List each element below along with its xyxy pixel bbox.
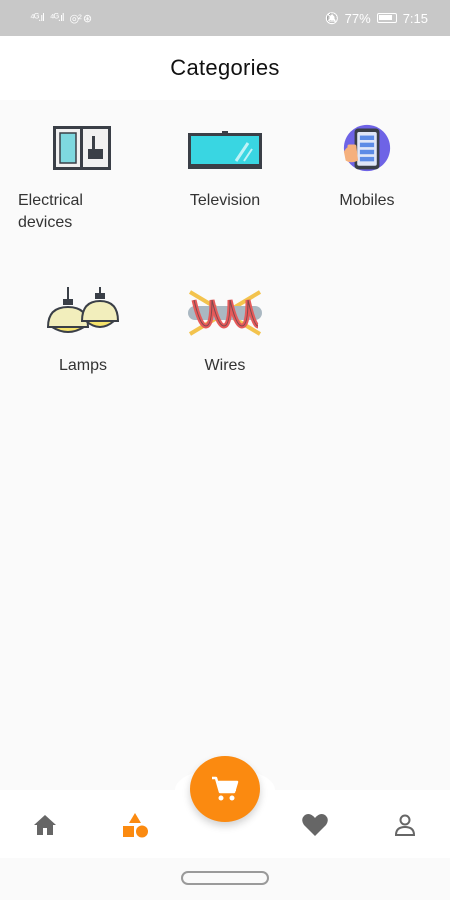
wifi-eye-icon: ◎² ⊛ (69, 12, 93, 25)
nav-categories[interactable] (115, 810, 155, 840)
category-label: Lamps (58, 357, 108, 374)
status-bar: ⁴ᴳ.ıl ⁴ᴳ.ıl ◎² ⊛ 🔕 77% 7:15 (0, 0, 450, 36)
categories-icon (123, 813, 148, 838)
profile-icon (394, 814, 416, 836)
refrigerator-icon (50, 120, 114, 176)
page-title: Categories (170, 55, 280, 80)
nav-home[interactable] (25, 810, 65, 840)
app-bar: Categories (0, 36, 450, 100)
category-electrical-devices[interactable]: Electrical devices (18, 120, 158, 234)
category-label: Electrical devices (18, 192, 83, 231)
signal-icon: ⁴ᴳ.ıl (30, 12, 45, 24)
battery-percent: 77% (344, 10, 371, 26)
home-icon (34, 815, 56, 835)
cart-icon (212, 776, 239, 801)
lamps-icon (43, 285, 123, 341)
category-mobiles[interactable]: Mobiles (297, 120, 437, 212)
category-television[interactable]: Television (155, 120, 295, 212)
nav-favorites[interactable] (295, 810, 335, 840)
battery-icon (376, 13, 397, 23)
category-label: Wires (204, 357, 246, 374)
mobile-phone-icon (335, 120, 399, 176)
clock: 7:15 (402, 10, 428, 26)
category-label: Television (189, 192, 261, 209)
home-indicator[interactable] (181, 871, 269, 885)
signal-icon-2: ⁴ᴳ.ıl (49, 12, 65, 24)
category-lamps[interactable]: Lamps (13, 285, 153, 377)
nav-profile[interactable] (385, 810, 425, 840)
mute-icon: 🔕 (324, 12, 339, 25)
cart-button[interactable] (190, 756, 260, 822)
gesture-bar (0, 858, 450, 900)
wires-icon (185, 285, 265, 341)
heart-icon (302, 814, 328, 836)
category-wires[interactable]: Wires (155, 285, 295, 377)
television-icon (185, 120, 265, 176)
category-label: Mobiles (339, 192, 395, 209)
